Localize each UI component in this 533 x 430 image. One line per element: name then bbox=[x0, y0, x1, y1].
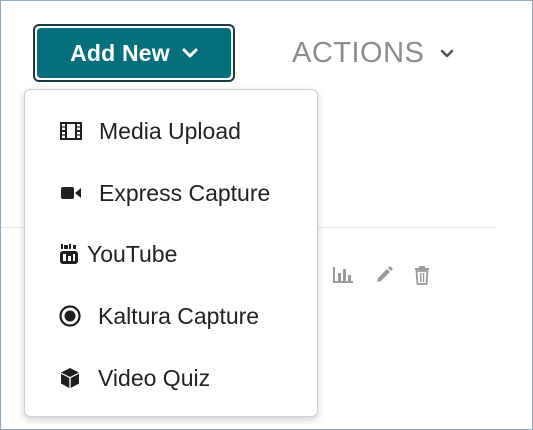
page-frame: Add New ACTIONS Media Upload Express Cap… bbox=[0, 0, 533, 430]
trash-icon[interactable] bbox=[414, 265, 430, 285]
menu-item-label: Kaltura Capture bbox=[98, 302, 260, 329]
add-new-label: Add New bbox=[70, 39, 170, 66]
menu-item-video-quiz[interactable]: Video Quiz bbox=[25, 354, 317, 402]
chevron-down-icon bbox=[182, 47, 198, 59]
row-action-icons bbox=[332, 265, 430, 285]
menu-item-label: Media Upload bbox=[99, 117, 241, 144]
video-camera-icon bbox=[60, 185, 82, 201]
menu-item-label: Express Capture bbox=[99, 179, 271, 206]
cube-icon bbox=[60, 367, 80, 389]
menu-item-media-upload[interactable]: Media Upload bbox=[25, 107, 317, 155]
menu-item-label: Video Quiz bbox=[98, 364, 211, 391]
analytics-icon[interactable] bbox=[332, 266, 354, 284]
actions-dropdown[interactable]: ACTIONS bbox=[292, 37, 454, 70]
menu-item-express-capture[interactable]: Express Capture bbox=[25, 169, 317, 217]
actions-label: ACTIONS bbox=[292, 37, 425, 69]
menu-item-label: YouTube bbox=[87, 240, 178, 267]
menu-item-youtube[interactable]: YouTube bbox=[25, 230, 317, 278]
menu-item-kaltura-capture[interactable]: Kaltura Capture bbox=[25, 292, 317, 340]
chevron-down-icon bbox=[440, 49, 454, 59]
record-icon bbox=[59, 305, 81, 327]
add-new-button[interactable]: Add New bbox=[37, 28, 231, 78]
youtube-icon bbox=[59, 243, 79, 265]
add-new-focus-ring: Add New bbox=[33, 24, 235, 82]
film-icon bbox=[60, 122, 82, 140]
add-new-menu: Media Upload Express Capture YouTube Kal… bbox=[24, 89, 318, 417]
edit-pencil-icon[interactable] bbox=[374, 265, 394, 285]
